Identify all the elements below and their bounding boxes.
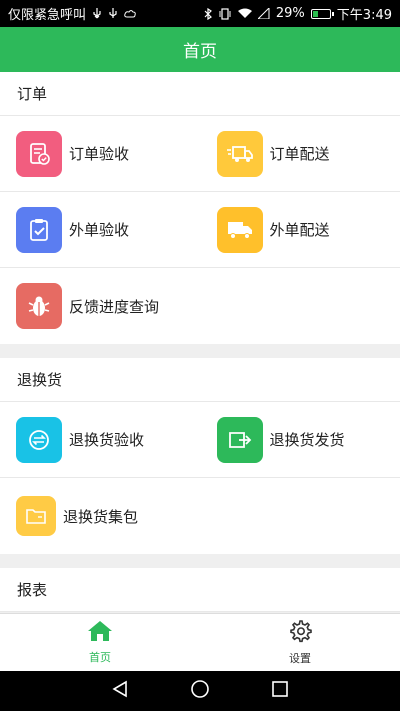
menu-item-label: 退换货集包 xyxy=(63,507,139,526)
section-title: 退换货 xyxy=(0,358,400,402)
battery-icon xyxy=(310,8,334,19)
bluetooth-icon xyxy=(204,7,212,20)
menu-row: 订单验收 订单配送 xyxy=(0,116,400,192)
vibrate-icon xyxy=(218,7,232,20)
section-title: 订单 xyxy=(0,72,400,116)
clipboard-check-icon xyxy=(16,130,62,177)
battery-percent: 29% xyxy=(275,6,305,21)
menu-item-label: 退换货发货 xyxy=(269,431,345,449)
menu-item-feedback-progress[interactable]: 反馈进度查询 xyxy=(0,268,400,344)
nav-settings[interactable]: 设置 xyxy=(200,614,400,671)
menu-item-label: 外单配送 xyxy=(269,221,330,239)
ship-out-icon xyxy=(216,416,263,463)
main-content[interactable]: 订单 订单验收 订单配送 外单验收 外单配送 反馈进度查询 退换货 退换货验收 … xyxy=(0,72,400,613)
exchange-icon xyxy=(16,416,62,463)
clipboard-checkmark-icon xyxy=(16,206,62,253)
menu-item-label: 订单验收 xyxy=(69,145,130,163)
delivery-truck-icon xyxy=(216,130,263,177)
menu-item-label: 外单验收 xyxy=(69,221,130,239)
menu-item-label: 反馈进度查询 xyxy=(69,297,160,316)
nav-settings-label: 设置 xyxy=(289,652,311,665)
carrier-text: 仅限紧急呼叫 xyxy=(8,8,87,23)
back-button[interactable] xyxy=(111,680,129,702)
usb-icon xyxy=(92,7,102,20)
menu-item-return-accept[interactable]: 退换货验收 xyxy=(0,402,200,477)
section-returns: 退换货 退换货验收 退换货发货 退换货集包 xyxy=(0,358,400,554)
menu-row: 退换货验收 退换货发货 xyxy=(0,402,400,478)
menu-item-label: 退换货验收 xyxy=(69,431,145,449)
menu-item-return-package[interactable]: 退换货集包 xyxy=(0,478,400,554)
status-right: 29% 下午3:49 xyxy=(204,4,392,23)
truck-icon xyxy=(216,206,263,253)
home-icon xyxy=(87,620,113,646)
section-title: 报表 xyxy=(0,568,400,612)
menu-item-order-delivery[interactable]: 订单配送 xyxy=(200,116,400,191)
section-reports: 报表 xyxy=(0,568,400,612)
menu-row: 外单验收 外单配送 xyxy=(0,192,400,268)
folder-icon xyxy=(16,496,56,536)
cloud-icon xyxy=(124,9,136,19)
menu-row: 反馈进度查询 xyxy=(0,268,400,344)
system-nav-bar xyxy=(0,671,400,711)
nav-home-label: 首页 xyxy=(89,651,111,664)
menu-row: 退换货集包 xyxy=(0,478,400,554)
status-bar: 仅限紧急呼叫 29% 下午3:49 xyxy=(0,0,400,27)
menu-item-label: 订单配送 xyxy=(269,145,330,163)
usb-icon-2 xyxy=(108,7,118,20)
menu-item-return-ship[interactable]: 退换货发货 xyxy=(200,402,400,477)
bottom-nav: 首页 设置 xyxy=(0,613,400,671)
section-orders: 订单 订单验收 订单配送 外单验收 外单配送 反馈进度查询 xyxy=(0,72,400,344)
gear-icon xyxy=(288,619,312,647)
home-button[interactable] xyxy=(190,679,210,703)
signal-icon xyxy=(257,8,270,19)
app-header: 首页 xyxy=(0,27,400,72)
clock: 下午3:49 xyxy=(336,8,392,23)
wifi-icon xyxy=(237,8,252,19)
page-title: 首页 xyxy=(183,42,217,62)
status-left: 仅限紧急呼叫 xyxy=(8,4,136,23)
recents-button[interactable] xyxy=(271,680,289,702)
menu-item-external-accept[interactable]: 外单验收 xyxy=(0,192,200,267)
nav-home[interactable]: 首页 xyxy=(0,614,200,671)
bug-icon xyxy=(16,283,62,329)
menu-item-external-delivery[interactable]: 外单配送 xyxy=(200,192,400,267)
menu-item-order-accept[interactable]: 订单验收 xyxy=(0,116,200,191)
